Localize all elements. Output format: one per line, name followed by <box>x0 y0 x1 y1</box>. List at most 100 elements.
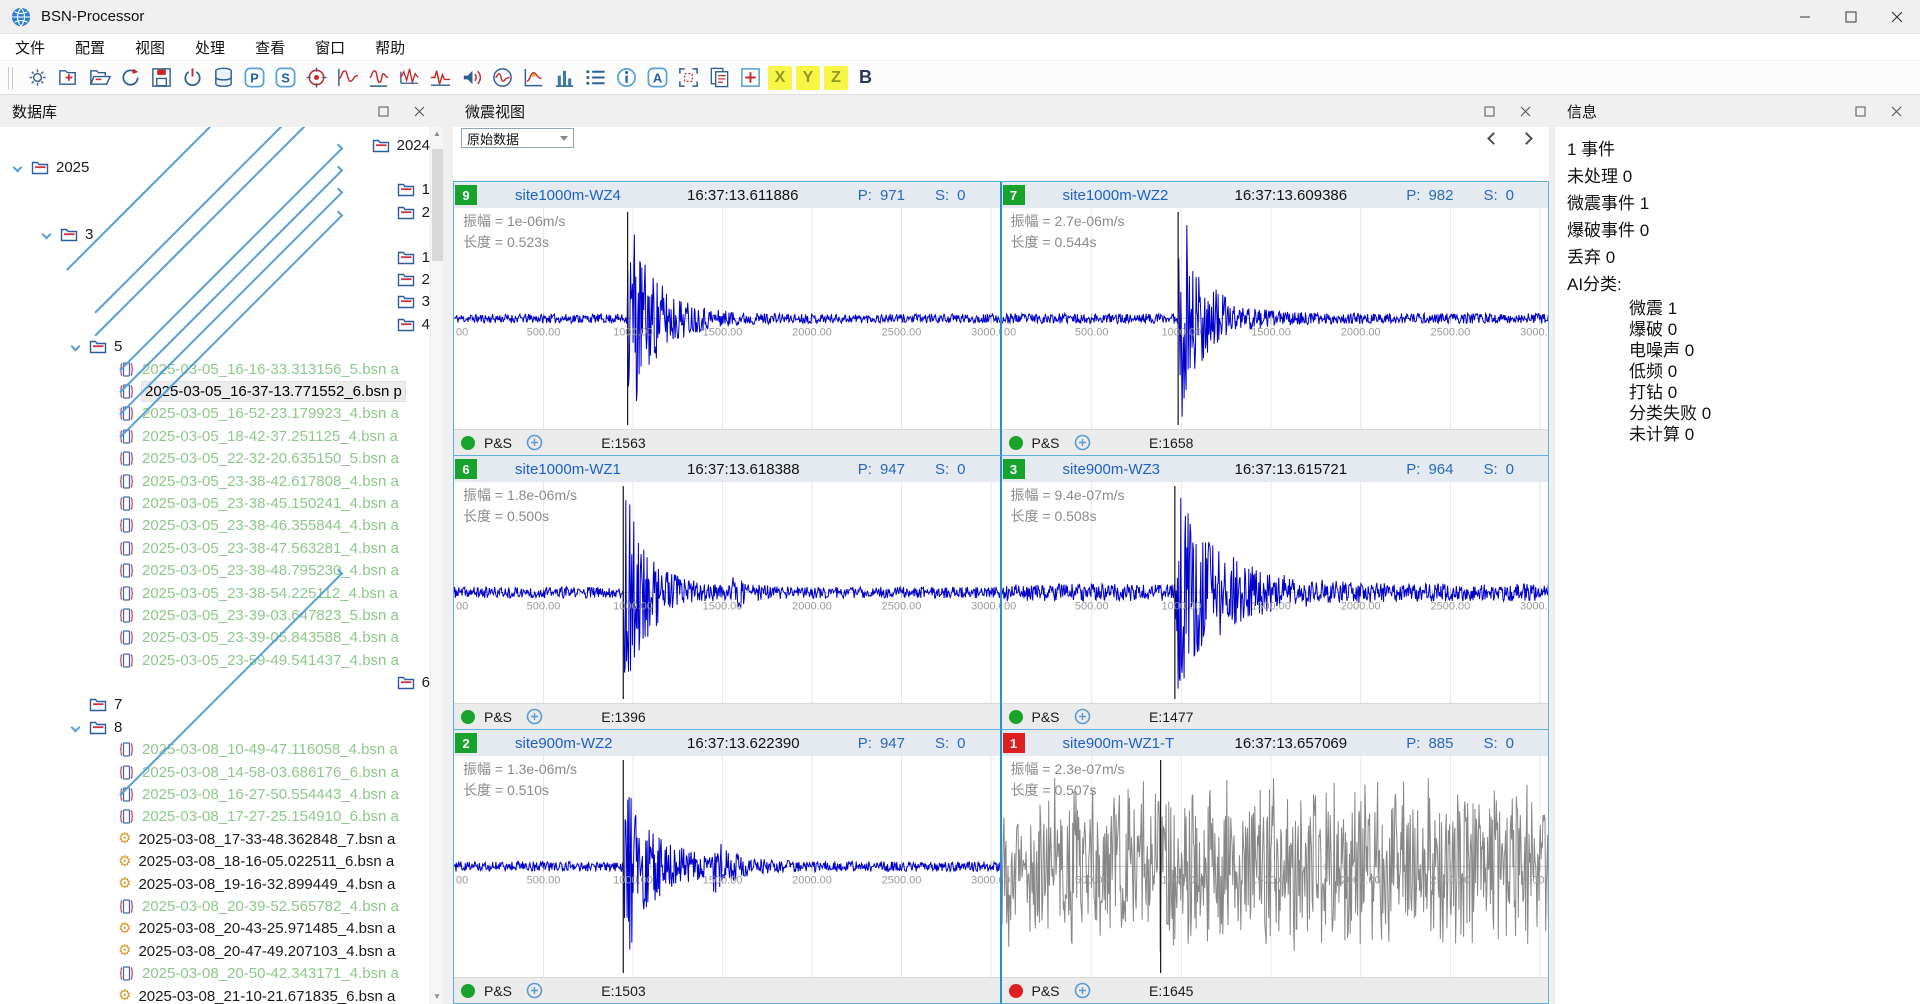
tree-scrollbar[interactable]: ▲ ▼ <box>430 127 443 1004</box>
toolbar-component-x-button[interactable]: X <box>768 66 792 90</box>
site-name[interactable]: site900m-WZ1-T <box>1063 735 1215 752</box>
tree-file[interactable]: ⚙2025-03-08_18-16-05.022511_6.bsn a <box>0 851 430 873</box>
menu-item-5[interactable]: 查看 <box>240 34 300 60</box>
tree-file[interactable]: 2025-03-08_17-27-25.154910_6.bsn a <box>0 806 430 828</box>
next-event-button[interactable] <box>1520 132 1533 145</box>
prev-event-button[interactable] <box>1487 132 1500 145</box>
info-panel-float-button[interactable] <box>1842 98 1878 124</box>
tree-file[interactable]: 2025-03-08_14-58-03.686176_6.bsn a <box>0 761 430 783</box>
zoom-in-icon[interactable] <box>526 982 543 999</box>
toolbar-settings-icon[interactable] <box>24 64 51 91</box>
zoom-in-icon[interactable] <box>526 434 543 451</box>
tree-file[interactable]: ⚙2025-03-08_19-16-32.899449_4.bsn a <box>0 873 430 895</box>
ps-toggle[interactable]: P&S <box>484 709 512 725</box>
ps-toggle[interactable]: P&S <box>1032 709 1060 725</box>
tree-folder-2024[interactable]: 2024 <box>0 134 430 156</box>
toolbar-locate-icon[interactable] <box>303 64 330 91</box>
toolbar-p-phase-icon[interactable]: P <box>241 64 268 91</box>
toolbar-waveform-3-icon[interactable] <box>396 64 423 91</box>
toolbar-spectrum-icon[interactable] <box>489 64 516 91</box>
toolbar-waveform-2-icon[interactable] <box>365 64 392 91</box>
menu-item-3[interactable]: 视图 <box>120 34 180 60</box>
tree-folder-3[interactable]: 3 <box>0 224 430 246</box>
toolbar-refresh-icon[interactable] <box>117 64 144 91</box>
toolbar-open-data-icon[interactable] <box>86 64 113 91</box>
tree-folder-8[interactable]: 8 <box>0 716 430 738</box>
site-name[interactable]: site1000m-WZ1 <box>515 461 667 478</box>
waveform-chart[interactable]: 00500.001000.001500.002000.002500.003000… <box>1002 208 1549 429</box>
tree-file[interactable]: 2025-03-05_16-37-13.771552_6.bsn p <box>0 380 430 402</box>
tree-file[interactable]: 2025-03-08_20-39-52.565782_4.bsn a <box>0 895 430 917</box>
tree-file[interactable]: 2025-03-08_20-50-42.343171_4.bsn a <box>0 962 430 984</box>
tree-file[interactable]: 2025-03-08_10-49-47.116058_4.bsn a <box>0 739 430 761</box>
site-name[interactable]: site1000m-WZ4 <box>515 187 667 204</box>
site-name[interactable]: site900m-WZ3 <box>1063 461 1215 478</box>
toolbar-annotate-a-icon[interactable]: A <box>644 64 671 91</box>
toolbar-component-z-button[interactable]: Z <box>824 66 848 90</box>
tree-file[interactable]: 2025-03-08_16-27-50.554443_4.bsn a <box>0 783 430 805</box>
seismic-panel-close-button[interactable] <box>1507 98 1543 124</box>
collapse-icon[interactable] <box>71 342 81 352</box>
toolbar-component-y-button[interactable]: Y <box>796 66 820 90</box>
toolbar-save-icon[interactable] <box>148 64 175 91</box>
tree-file[interactable]: 2025-03-05_23-39-05.843588_4.bsn a <box>0 627 430 649</box>
waveform-chart[interactable]: 00500.001000.001500.002000.002500.003000… <box>454 208 1000 429</box>
toolbar-event-list-icon[interactable] <box>582 64 609 91</box>
collapse-icon[interactable] <box>42 230 52 240</box>
toolbar-s-phase-icon[interactable]: S <box>272 64 299 91</box>
toolbar-region-select-icon[interactable] <box>675 64 702 91</box>
tree-file[interactable]: 2025-03-05_23-38-54.225112_4.bsn a <box>0 582 430 604</box>
tree-file[interactable]: ⚙2025-03-08_20-47-49.207103_4.bsn a <box>0 940 430 962</box>
waveform-chart[interactable]: 00500.001000.001500.002000.002500.003000… <box>1002 482 1549 703</box>
menu-item-6[interactable]: 窗口 <box>300 34 360 60</box>
tree-file[interactable]: 2025-03-05_23-59-49.541437_4.bsn a <box>0 649 430 671</box>
tree-folder-6[interactable]: 6 <box>0 671 430 693</box>
scroll-up-icon[interactable]: ▲ <box>431 127 443 141</box>
toolbar-add-data-icon[interactable] <box>55 64 82 91</box>
toolbar-power-icon[interactable] <box>179 64 206 91</box>
ps-toggle[interactable]: P&S <box>1032 983 1060 999</box>
database-panel-float-button[interactable] <box>365 98 401 124</box>
toolbar-waveform-4-icon[interactable] <box>427 64 454 91</box>
tree-file[interactable]: 2025-03-05_16-52-23.179923_4.bsn a <box>0 403 430 425</box>
toolbar-add-pick-icon[interactable] <box>737 64 764 91</box>
maximize-button[interactable] <box>1828 0 1874 33</box>
toolbar-info-icon[interactable] <box>613 64 640 91</box>
waveform-chart[interactable]: 00500.001000.001500.002000.002500.003000… <box>454 482 1000 703</box>
menu-item-4[interactable]: 处理 <box>180 34 240 60</box>
collapse-icon[interactable] <box>71 722 81 732</box>
info-panel-close-button[interactable] <box>1878 98 1914 124</box>
waveform-chart[interactable]: 00500.001000.001500.002000.002500.003000… <box>454 756 1000 977</box>
ps-toggle[interactable]: P&S <box>484 435 512 451</box>
tree-file[interactable]: 2025-03-05_23-38-45.150241_4.bsn a <box>0 492 430 514</box>
tree-file[interactable]: 2025-03-05_18-42-37.251125_4.bsn a <box>0 425 430 447</box>
data-type-dropdown[interactable]: 原始数据 <box>461 128 574 148</box>
zoom-in-icon[interactable] <box>1074 982 1091 999</box>
seismic-panel-float-button[interactable] <box>1471 98 1507 124</box>
tree-file[interactable]: 2025-03-05_23-38-47.563281_4.bsn a <box>0 537 430 559</box>
menu-item-1[interactable]: 文件 <box>0 34 60 60</box>
toolbar-report-icon[interactable] <box>706 64 733 91</box>
tree-file[interactable]: ⚙2025-03-08_17-33-48.362848_7.bsn a <box>0 828 430 850</box>
tree-file[interactable]: 2025-03-05_23-38-42.617808_4.bsn a <box>0 470 430 492</box>
menu-item-2[interactable]: 配置 <box>60 34 120 60</box>
tree-file[interactable]: 2025-03-05_23-39-03.647823_5.bsn a <box>0 604 430 626</box>
database-panel-close-button[interactable] <box>401 98 437 124</box>
tree-folder-2025[interactable]: 2025 <box>0 156 430 178</box>
site-name[interactable]: site900m-WZ2 <box>515 735 667 752</box>
waveform-chart[interactable]: 00500.001000.001500.002000.002500.003000… <box>1002 756 1549 977</box>
menu-item-7[interactable]: 帮助 <box>360 34 420 60</box>
tree-file[interactable]: ⚙2025-03-08_20-43-25.971485_4.bsn a <box>0 918 430 940</box>
toolbar-bold-b-button[interactable]: B <box>852 64 879 91</box>
zoom-in-icon[interactable] <box>526 708 543 725</box>
scroll-down-icon[interactable]: ▼ <box>431 990 443 1004</box>
panel-splitter-left[interactable] <box>443 95 453 1004</box>
site-name[interactable]: site1000m-WZ2 <box>1063 187 1215 204</box>
close-button[interactable] <box>1874 0 1920 33</box>
toolbar-waveform-1-icon[interactable] <box>334 64 361 91</box>
tree-file[interactable]: 2025-03-05_23-38-48.795230_4.bsn a <box>0 559 430 581</box>
tree-file[interactable]: ⚙2025-03-08_21-10-21.671835_6.bsn a <box>0 985 430 1004</box>
ps-toggle[interactable]: P&S <box>484 983 512 999</box>
tree-file[interactable]: 2025-03-05_22-32-20.635150_5.bsn a <box>0 447 430 469</box>
toolbar-histogram-icon[interactable] <box>551 64 578 91</box>
